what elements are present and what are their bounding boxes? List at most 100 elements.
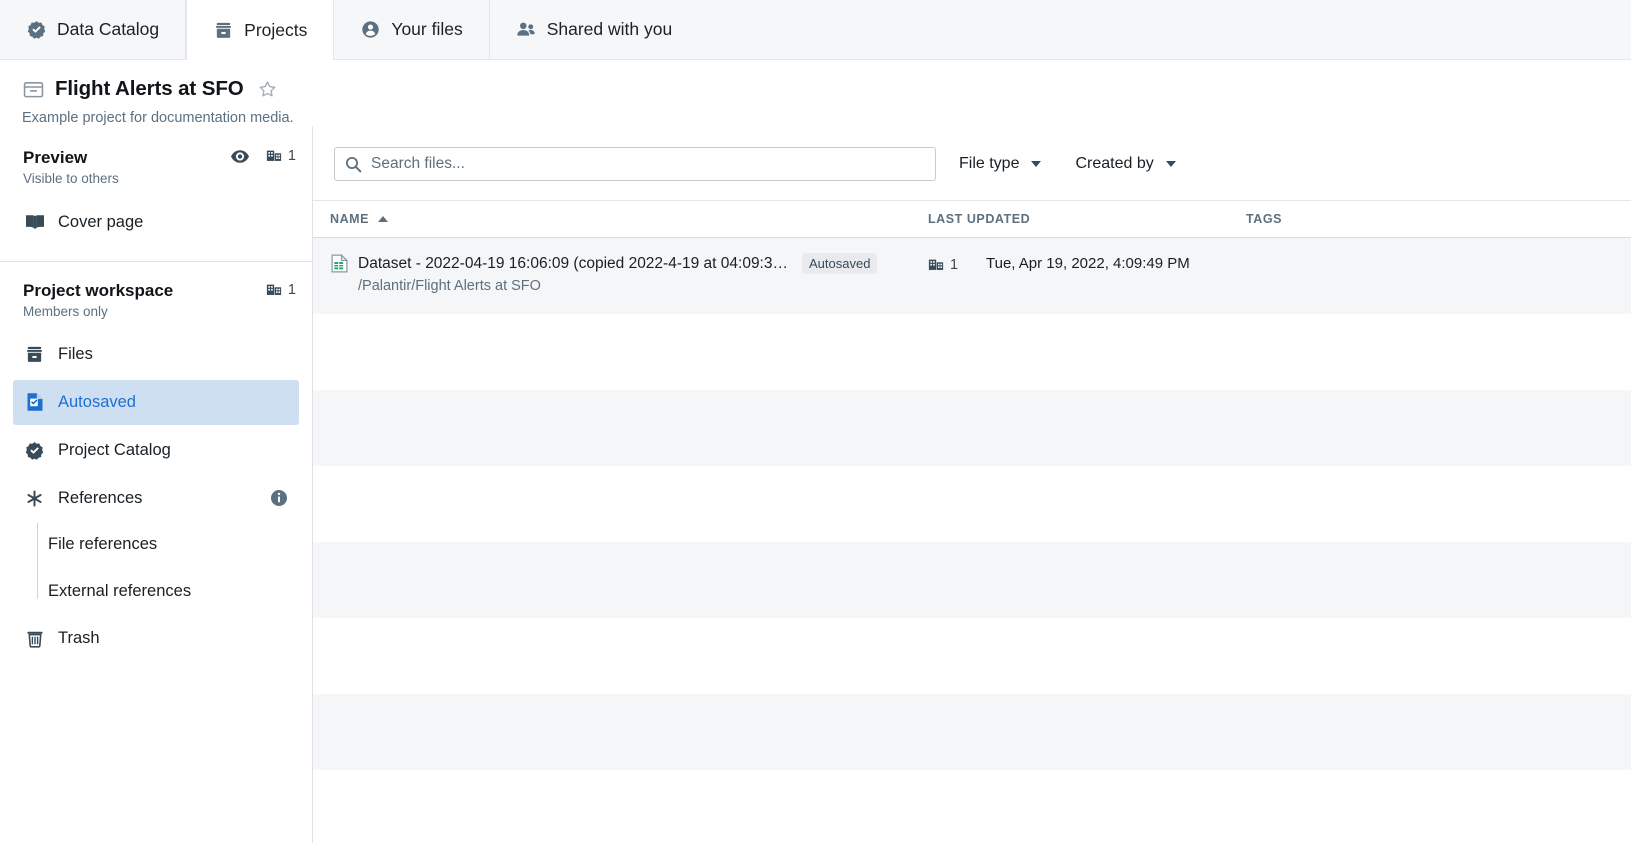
tab-your-files[interactable]: Your files xyxy=(334,0,490,59)
created-by-filter-label: Created by xyxy=(1075,155,1154,172)
person-circle-icon xyxy=(360,20,380,40)
sidebar-item-cover-page[interactable]: Cover page xyxy=(13,200,299,245)
sidebar-divider xyxy=(0,260,312,262)
eye-icon[interactable] xyxy=(230,149,249,163)
sidebar-item-files[interactable]: Files xyxy=(13,332,299,377)
sort-ascending-icon xyxy=(378,216,389,222)
organization-count-preview: 1 xyxy=(266,146,296,166)
sidebar-item-project-catalog[interactable]: Project Catalog xyxy=(13,428,299,473)
sidebar-item-label: Cover page xyxy=(58,212,144,231)
sidebar-subitem-label: File references xyxy=(48,534,158,553)
cell-organization: 1 xyxy=(928,253,986,275)
asterisk-icon xyxy=(24,489,45,508)
sidebar-section-preview: Preview 1 xyxy=(0,146,312,168)
verified-badge-icon xyxy=(26,20,46,40)
section-title: Project workspace xyxy=(23,280,174,300)
star-outline-icon[interactable] xyxy=(258,79,278,99)
tab-label: Shared with you xyxy=(546,19,673,39)
sidebar-subitem-label: External references xyxy=(48,581,192,600)
column-header-label: TAGS xyxy=(1246,212,1282,226)
sidebar-item-autosaved[interactable]: Autosaved xyxy=(13,379,299,425)
section-subtitle: Visible to others xyxy=(23,170,119,186)
archive-box-icon xyxy=(24,345,45,364)
project-header: Flight Alerts at SFO Example project for… xyxy=(0,60,1631,126)
people-icon xyxy=(516,20,536,40)
cell-name: Dataset - 2022-04-19 16:06:09 (copied 20… xyxy=(330,253,928,294)
chevron-down-icon xyxy=(1165,161,1176,167)
table-row-empty xyxy=(313,542,1631,618)
page-title: Flight Alerts at SFO xyxy=(55,77,244,100)
folder-window-icon xyxy=(22,78,44,100)
table-row[interactable]: Dataset - 2022-04-19 16:06:09 (copied 20… xyxy=(313,238,1631,314)
table-row-empty xyxy=(313,314,1631,390)
organization-icon xyxy=(266,280,282,300)
info-circle-icon[interactable] xyxy=(270,489,288,507)
book-open-icon xyxy=(24,213,45,231)
tab-data-catalog[interactable]: Data Catalog xyxy=(0,0,187,59)
sidebar-nav: Preview 1 Visible to others Cover page P… xyxy=(0,126,312,843)
sidebar-item-label: Autosaved xyxy=(58,392,136,411)
file-path[interactable]: /Palantir/Flight Alerts at SFO xyxy=(330,278,928,294)
sidebar-item-file-references[interactable]: File references xyxy=(37,521,312,568)
tab-projects[interactable]: Projects xyxy=(186,0,335,60)
section-title: Preview xyxy=(23,147,88,167)
table-row-empty xyxy=(313,618,1631,694)
project-title-row: Flight Alerts at SFO xyxy=(22,77,1631,101)
tab-label: Projects xyxy=(244,19,308,40)
column-header-label: NAME xyxy=(330,212,370,226)
search-input[interactable] xyxy=(371,155,925,173)
organization-count-workspace: 1 xyxy=(266,280,296,300)
table-row-empty xyxy=(313,694,1631,770)
sidebar-item-trash[interactable]: Trash xyxy=(13,616,299,661)
spreadsheet-file-icon xyxy=(330,254,348,274)
organization-count: 1 xyxy=(287,281,296,298)
files-toolbar: File type Created by xyxy=(313,126,1631,200)
organization-count: 1 xyxy=(950,257,959,273)
organization-count-row: 1 xyxy=(928,255,958,275)
sidebar-item-references[interactable]: References xyxy=(13,476,299,521)
document-check-icon xyxy=(24,392,45,412)
section-subtitle: Members only xyxy=(23,303,108,319)
body: Preview 1 Visible to others Cover page P… xyxy=(0,126,1631,843)
created-by-filter[interactable]: Created by xyxy=(1064,149,1186,179)
sidebar: Preview 1 Visible to others Cover page P… xyxy=(0,126,313,843)
table-row-empty xyxy=(313,770,1631,843)
sidebar-item-label: Trash xyxy=(58,628,100,647)
status-badge: Autosaved xyxy=(802,253,878,274)
sidebar-item-external-references[interactable]: External references xyxy=(37,568,312,615)
sidebar-section-workspace: Project workspace 1 xyxy=(0,280,312,301)
verified-badge-icon xyxy=(24,441,45,460)
table-body: Dataset - 2022-04-19 16:06:09 (copied 20… xyxy=(313,238,1631,843)
column-header-label: LAST UPDATED xyxy=(928,212,1031,226)
references-children: File references External references xyxy=(37,521,312,615)
tab-label: Data Catalog xyxy=(57,19,160,39)
table-header-row: NAME LAST UPDATED TAGS xyxy=(313,200,1631,238)
column-header-last-updated[interactable]: LAST UPDATED xyxy=(928,212,1246,226)
column-header-tags[interactable]: TAGS xyxy=(1246,212,1631,226)
file-name[interactable]: Dataset - 2022-04-19 16:06:09 (copied 20… xyxy=(358,255,792,273)
archive-box-icon xyxy=(213,20,233,40)
chevron-down-icon xyxy=(1031,161,1042,167)
tab-label: Your files xyxy=(391,19,463,39)
files-table: NAME LAST UPDATED TAGS Dataset - 2022-04… xyxy=(313,200,1631,843)
search-files-box[interactable] xyxy=(334,147,936,181)
search-icon xyxy=(345,156,362,173)
organization-icon xyxy=(266,146,282,166)
organization-count: 1 xyxy=(287,148,296,164)
table-row-empty xyxy=(313,390,1631,466)
trash-icon xyxy=(24,629,45,648)
project-description: Example project for documentation media. xyxy=(22,110,294,126)
sidebar-item-label: References xyxy=(58,488,143,507)
file-type-filter[interactable]: File type xyxy=(948,149,1052,179)
file-name-line: Dataset - 2022-04-19 16:06:09 (copied 20… xyxy=(330,253,928,274)
sidebar-item-label: Files xyxy=(58,344,93,363)
column-header-name[interactable]: NAME xyxy=(330,212,928,226)
main-content: File type Created by NAME LAST UPDATED T… xyxy=(313,126,1631,843)
file-type-filter-label: File type xyxy=(959,155,1020,172)
organization-icon xyxy=(928,255,944,275)
table-row-empty xyxy=(313,466,1631,542)
cell-last-updated: Tue, Apr 19, 2022, 4:09:49 PM xyxy=(986,255,1190,272)
tab-shared-with-you[interactable]: Shared with you xyxy=(490,0,699,59)
top-tab-bar: Data Catalog Projects Your files Shared … xyxy=(0,0,1631,60)
sidebar-item-label: Project Catalog xyxy=(58,440,171,459)
